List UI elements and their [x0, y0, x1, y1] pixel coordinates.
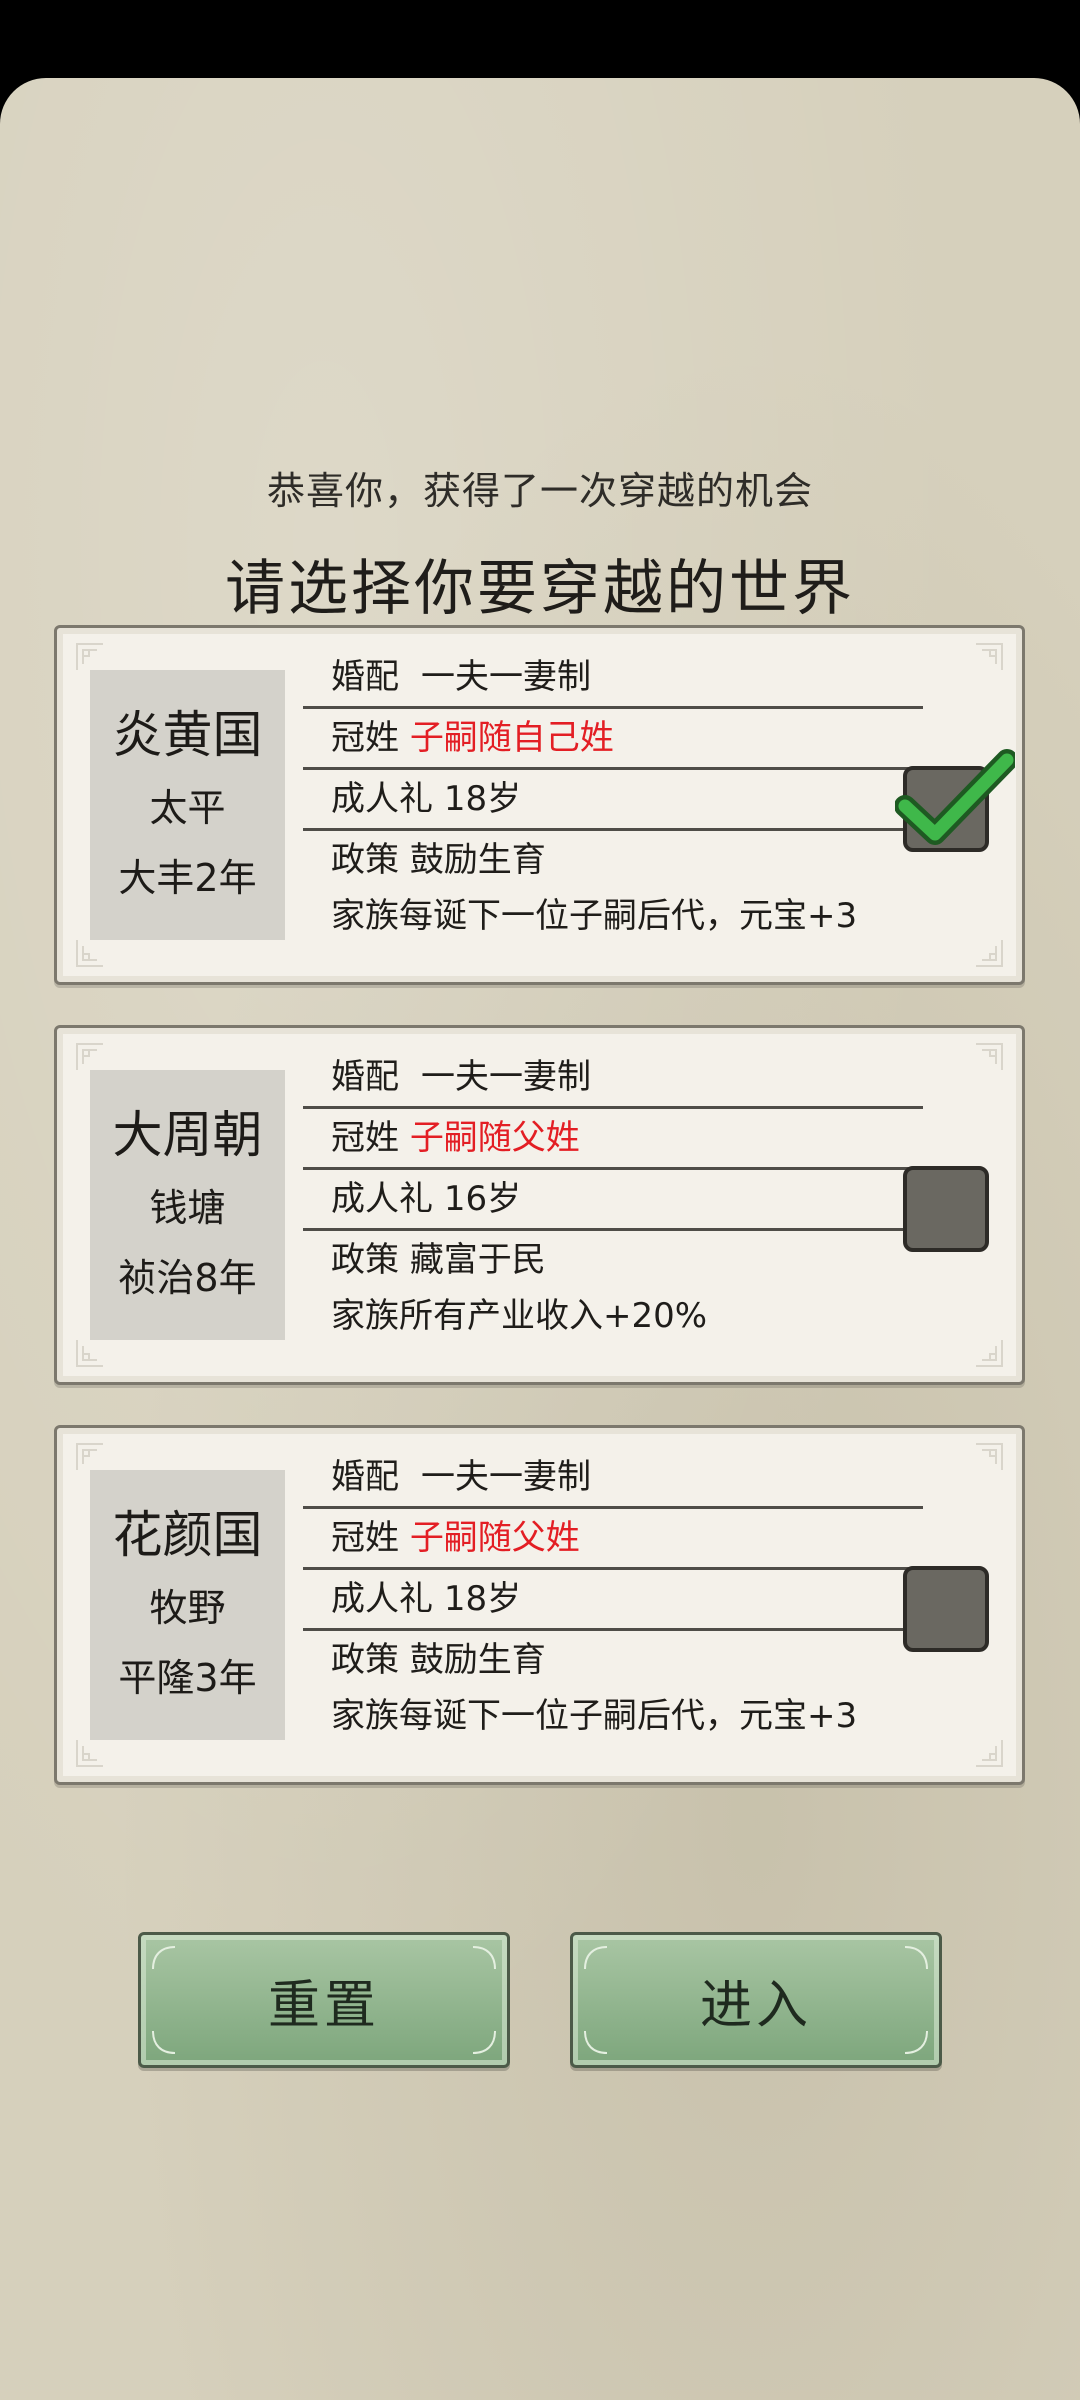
marriage-row: 婚配 一夫一妻制 [303, 1448, 923, 1509]
reset-button-label: 重置 [267, 1975, 380, 2036]
card-corner-ornament [76, 940, 103, 967]
policy-row: 政策 鼓励生育 [303, 831, 923, 892]
marriage-value: 一夫一妻制 [421, 657, 591, 697]
world-name-box: 炎黄国 太平 大丰2年 [90, 670, 285, 940]
marriage-label: 婚配 [331, 657, 399, 697]
world-attributes: 婚配 一夫一妻制 冠姓 子嗣随自己姓 成人礼 18岁 政策 鼓励生育 家族每诞下一… [303, 648, 923, 946]
main-panel: 恭喜你，获得了一次穿越的机会 请选择你要穿越的世界 炎黄国 太平 大丰2年 婚配… [0, 78, 1080, 2400]
adulthood-row: 成人礼 18岁 [303, 1570, 923, 1631]
surname-label: 冠姓 [331, 718, 399, 758]
world-era: 大丰2年 [118, 856, 257, 900]
button-corner-ornament [472, 2030, 496, 2054]
select-checkbox[interactable] [903, 1166, 989, 1252]
surname-value: 子嗣随父姓 [409, 1118, 580, 1158]
button-corner-ornament [584, 2030, 608, 2054]
world-name-box: 花颜国 牧野 平隆3年 [90, 1470, 285, 1740]
card-corner-ornament [976, 643, 1003, 670]
policy-label: 政策 [331, 1240, 399, 1280]
world-place: 太平 [149, 786, 226, 830]
subtitle: 恭喜你，获得了一次穿越的机会 [266, 469, 813, 513]
world-card-2[interactable]: 大周朝 钱塘 祯治8年 婚配 一夫一妻制 冠姓 子嗣随父姓 成人礼 16岁 政策 … [54, 1025, 1025, 1385]
adulthood-value: 16岁 [443, 1179, 522, 1219]
surname-label: 冠姓 [331, 1518, 399, 1558]
policy-label: 政策 [331, 840, 399, 880]
enter-button-label: 进入 [699, 1975, 812, 2036]
button-corner-ornament [152, 1946, 176, 1970]
marriage-label: 婚配 [331, 1457, 399, 1497]
adulthood-label: 成人礼 [331, 1179, 433, 1219]
adulthood-label: 成人礼 [331, 1579, 433, 1619]
surname-row: 冠姓 子嗣随自己姓 [303, 709, 923, 770]
surname-row: 冠姓 子嗣随父姓 [303, 1109, 923, 1170]
card-corner-ornament [976, 1043, 1003, 1070]
button-corner-ornament [472, 1946, 496, 1970]
policy-value: 鼓励生育 [409, 840, 546, 880]
card-corner-ornament [76, 1043, 103, 1070]
policy-value: 鼓励生育 [409, 1640, 546, 1680]
world-place: 牧野 [149, 1586, 226, 1630]
policy-effect: 家族每诞下一位子嗣后代，元宝+3 [331, 896, 858, 936]
adulthood-value: 18岁 [443, 779, 522, 819]
world-card-3[interactable]: 花颜国 牧野 平隆3年 婚配 一夫一妻制 冠姓 子嗣随父姓 成人礼 18岁 政策 … [54, 1425, 1025, 1785]
card-corner-ornament [976, 1443, 1003, 1470]
policy-effect: 家族每诞下一位子嗣后代，元宝+3 [331, 1696, 858, 1736]
button-corner-ornament [904, 2030, 928, 2054]
card-corner-ornament [976, 1340, 1003, 1367]
card-corner-ornament [976, 940, 1003, 967]
marriage-value: 一夫一妻制 [421, 1057, 591, 1097]
marriage-label: 婚配 [331, 1057, 399, 1097]
reset-button[interactable]: 重置 [138, 1932, 510, 2068]
card-corner-ornament [76, 1443, 103, 1470]
policy-row: 政策 鼓励生育 [303, 1631, 923, 1692]
world-name-box: 大周朝 钱塘 祯治8年 [90, 1070, 285, 1340]
world-era: 平隆3年 [118, 1656, 257, 1700]
world-name: 大周朝 [112, 1106, 263, 1164]
card-corner-ornament [976, 1740, 1003, 1767]
world-attributes: 婚配 一夫一妻制 冠姓 子嗣随父姓 成人礼 16岁 政策 藏富于民 家族所有产业收… [303, 1048, 923, 1346]
button-corner-ornament [904, 1946, 928, 1970]
button-corner-ornament [584, 1946, 608, 1970]
policy-effect: 家族所有产业收入+20% [331, 1296, 708, 1336]
enter-button[interactable]: 进入 [570, 1932, 942, 2068]
adulthood-row: 成人礼 16岁 [303, 1170, 923, 1231]
surname-value: 子嗣随自己姓 [409, 718, 614, 758]
surname-row: 冠姓 子嗣随父姓 [303, 1509, 923, 1570]
adulthood-label: 成人礼 [331, 779, 433, 819]
card-corner-ornament [76, 1740, 103, 1767]
checkmark-icon [895, 749, 1015, 845]
surname-value: 子嗣随父姓 [409, 1518, 580, 1558]
world-name: 花颜国 [112, 1506, 263, 1564]
marriage-row: 婚配 一夫一妻制 [303, 648, 923, 709]
select-checkbox[interactable] [903, 1566, 989, 1652]
card-corner-ornament [76, 643, 103, 670]
marriage-value: 一夫一妻制 [421, 1457, 591, 1497]
world-name: 炎黄国 [112, 706, 263, 764]
adulthood-row: 成人礼 18岁 [303, 770, 923, 831]
adulthood-value: 18岁 [443, 1579, 522, 1619]
marriage-row: 婚配 一夫一妻制 [303, 1048, 923, 1109]
card-corner-ornament [76, 1340, 103, 1367]
world-era: 祯治8年 [118, 1256, 257, 1300]
world-place: 钱塘 [149, 1186, 226, 1230]
policy-label: 政策 [331, 1640, 399, 1680]
page-title: 请选择你要穿越的世界 [225, 554, 855, 624]
button-corner-ornament [152, 2030, 176, 2054]
world-attributes: 婚配 一夫一妻制 冠姓 子嗣随父姓 成人礼 18岁 政策 鼓励生育 家族每诞下一位… [303, 1448, 923, 1746]
world-card-1[interactable]: 炎黄国 太平 大丰2年 婚配 一夫一妻制 冠姓 子嗣随自己姓 成人礼 18岁 政策… [54, 625, 1025, 985]
policy-row: 政策 藏富于民 [303, 1231, 923, 1292]
policy-value: 藏富于民 [409, 1240, 546, 1280]
surname-label: 冠姓 [331, 1118, 399, 1158]
